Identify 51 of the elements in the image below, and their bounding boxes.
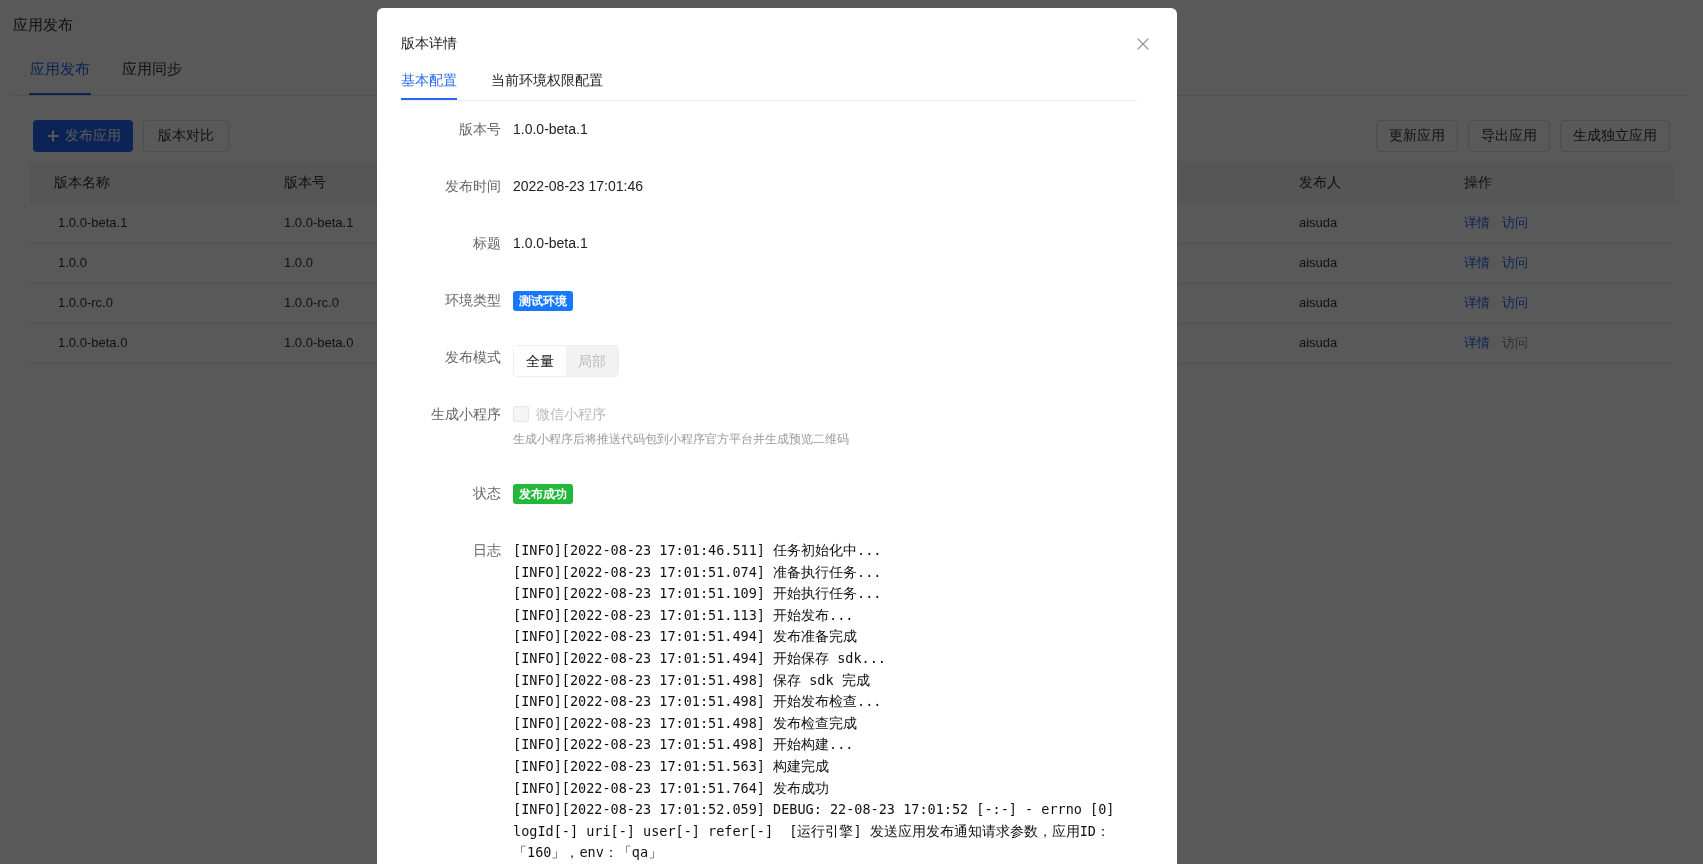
- dialog-tab[interactable]: 基本配置: [401, 70, 457, 100]
- status-tag: 测试环境: [513, 291, 573, 311]
- log-output: [INFO][2022-08-23 17:01:46.511] 任务初始化中... [INFO][2022-08-23 17:01:51.074] 准备执行任务... [INFO][2022-08-23 17:01:51.109] 开始执行任务... [INFO][2022-08-23 17:01:51.113] 开始发布... [INFO][2022-08-23 17:01:51.494] 发布准备完成 [INFO][2022-08-23 17:01:51.494] 开始保存 sdk... [INFO][2022-08-23 17:01:51.498] 保存 sdk 完成 [INFO][2022-08-23 17:01:51.498] 开始发布检查... [INFO][2022-08-23 17:01:51.498] 发布检查完成 [INFO][2022-08-23 17:01:51.498] 开始构建... [INFO][2022-08-23 17:01:51.563] 构建完成 [INFO][2022-08-23 17:01:51.764] 发布成功 [INFO][2022-08-23 17:01:52.059] DEBUG: 22-08-23 17:01:52 [-:-] - errno [0] logId[-] uri[-] user[-] refer[-] [运行引擎] 发送应用发布通知请求参数，应用ID：「160」，env：「qa」: [513, 541, 1116, 863]
- field-value: 1.0.0-beta.1: [513, 120, 588, 139]
- publish-button[interactable]: 发布应用: [33, 119, 133, 152]
- table-cell-text: aisuda: [1298, 294, 1339, 313]
- action-link[interactable]: 详情: [1464, 293, 1490, 313]
- action-link[interactable]: 访问: [1502, 293, 1528, 313]
- table-cell-text: aisuda: [1298, 254, 1339, 273]
- field-label: 发布时间: [444, 177, 502, 196]
- table-cell-text: 1.0.0-beta.0: [283, 334, 355, 353]
- field-label: 发布模式: [444, 348, 502, 367]
- field-hint: 生成小程序后将推送代码包到小程序官方平台并生成预览二维码: [513, 431, 849, 448]
- dialog-tab[interactable]: 当前环境权限配置: [491, 70, 603, 100]
- table-cell-text: 1.0.0: [283, 254, 314, 273]
- dialog-title: 版本详情: [401, 34, 457, 53]
- table-cell-text: 1.0.0-rc.0: [57, 294, 114, 313]
- column-header: 发布人: [1298, 173, 1342, 192]
- action-link[interactable]: 详情: [1464, 253, 1490, 273]
- column-header: 操作: [1463, 173, 1492, 192]
- checkbox-label: 微信小程序: [536, 404, 606, 424]
- tab[interactable]: 应用发布: [29, 58, 91, 95]
- toolbar-button[interactable]: 生成独立应用: [1560, 119, 1670, 152]
- field-label: 标题: [472, 234, 502, 253]
- page-title: 应用发布: [13, 15, 74, 34]
- field-value: 2022-08-23 17:01:46: [513, 177, 643, 196]
- column-header: 版本号: [283, 173, 327, 192]
- plus-icon: [45, 127, 61, 144]
- table-cell-text: 1.0.0: [57, 254, 88, 273]
- field-label: 版本号: [458, 120, 502, 139]
- table-cell-text: 1.0.0-beta.1: [283, 214, 355, 233]
- field-label: 状态: [472, 484, 502, 503]
- compare-button[interactable]: 版本对比: [143, 119, 229, 152]
- field-label: 环境类型: [444, 291, 502, 310]
- toolbar-button[interactable]: 导出应用: [1468, 119, 1550, 152]
- tab[interactable]: 应用同步: [121, 58, 183, 95]
- field-label: 生成小程序: [430, 405, 502, 424]
- action-link[interactable]: 访问: [1502, 253, 1528, 273]
- status-tag: 发布成功: [513, 484, 573, 504]
- table-cell-text: 1.0.0-beta.1: [57, 214, 129, 233]
- table-cell-text: aisuda: [1298, 334, 1339, 353]
- action-link[interactable]: 详情: [1464, 333, 1490, 353]
- field-value: 1.0.0-beta.1: [513, 234, 588, 253]
- table-cell-text: 1.0.0-beta.0: [57, 334, 129, 353]
- action-link[interactable]: 访问: [1502, 213, 1528, 233]
- toolbar-button[interactable]: 更新应用: [1376, 119, 1458, 152]
- table-cell-text: 1.0.0-rc.0: [283, 294, 340, 313]
- table-cell-text: aisuda: [1298, 214, 1339, 233]
- action-link[interactable]: 详情: [1464, 213, 1490, 233]
- column-header: 版本名称: [53, 173, 111, 192]
- field-label: 日志: [472, 541, 502, 560]
